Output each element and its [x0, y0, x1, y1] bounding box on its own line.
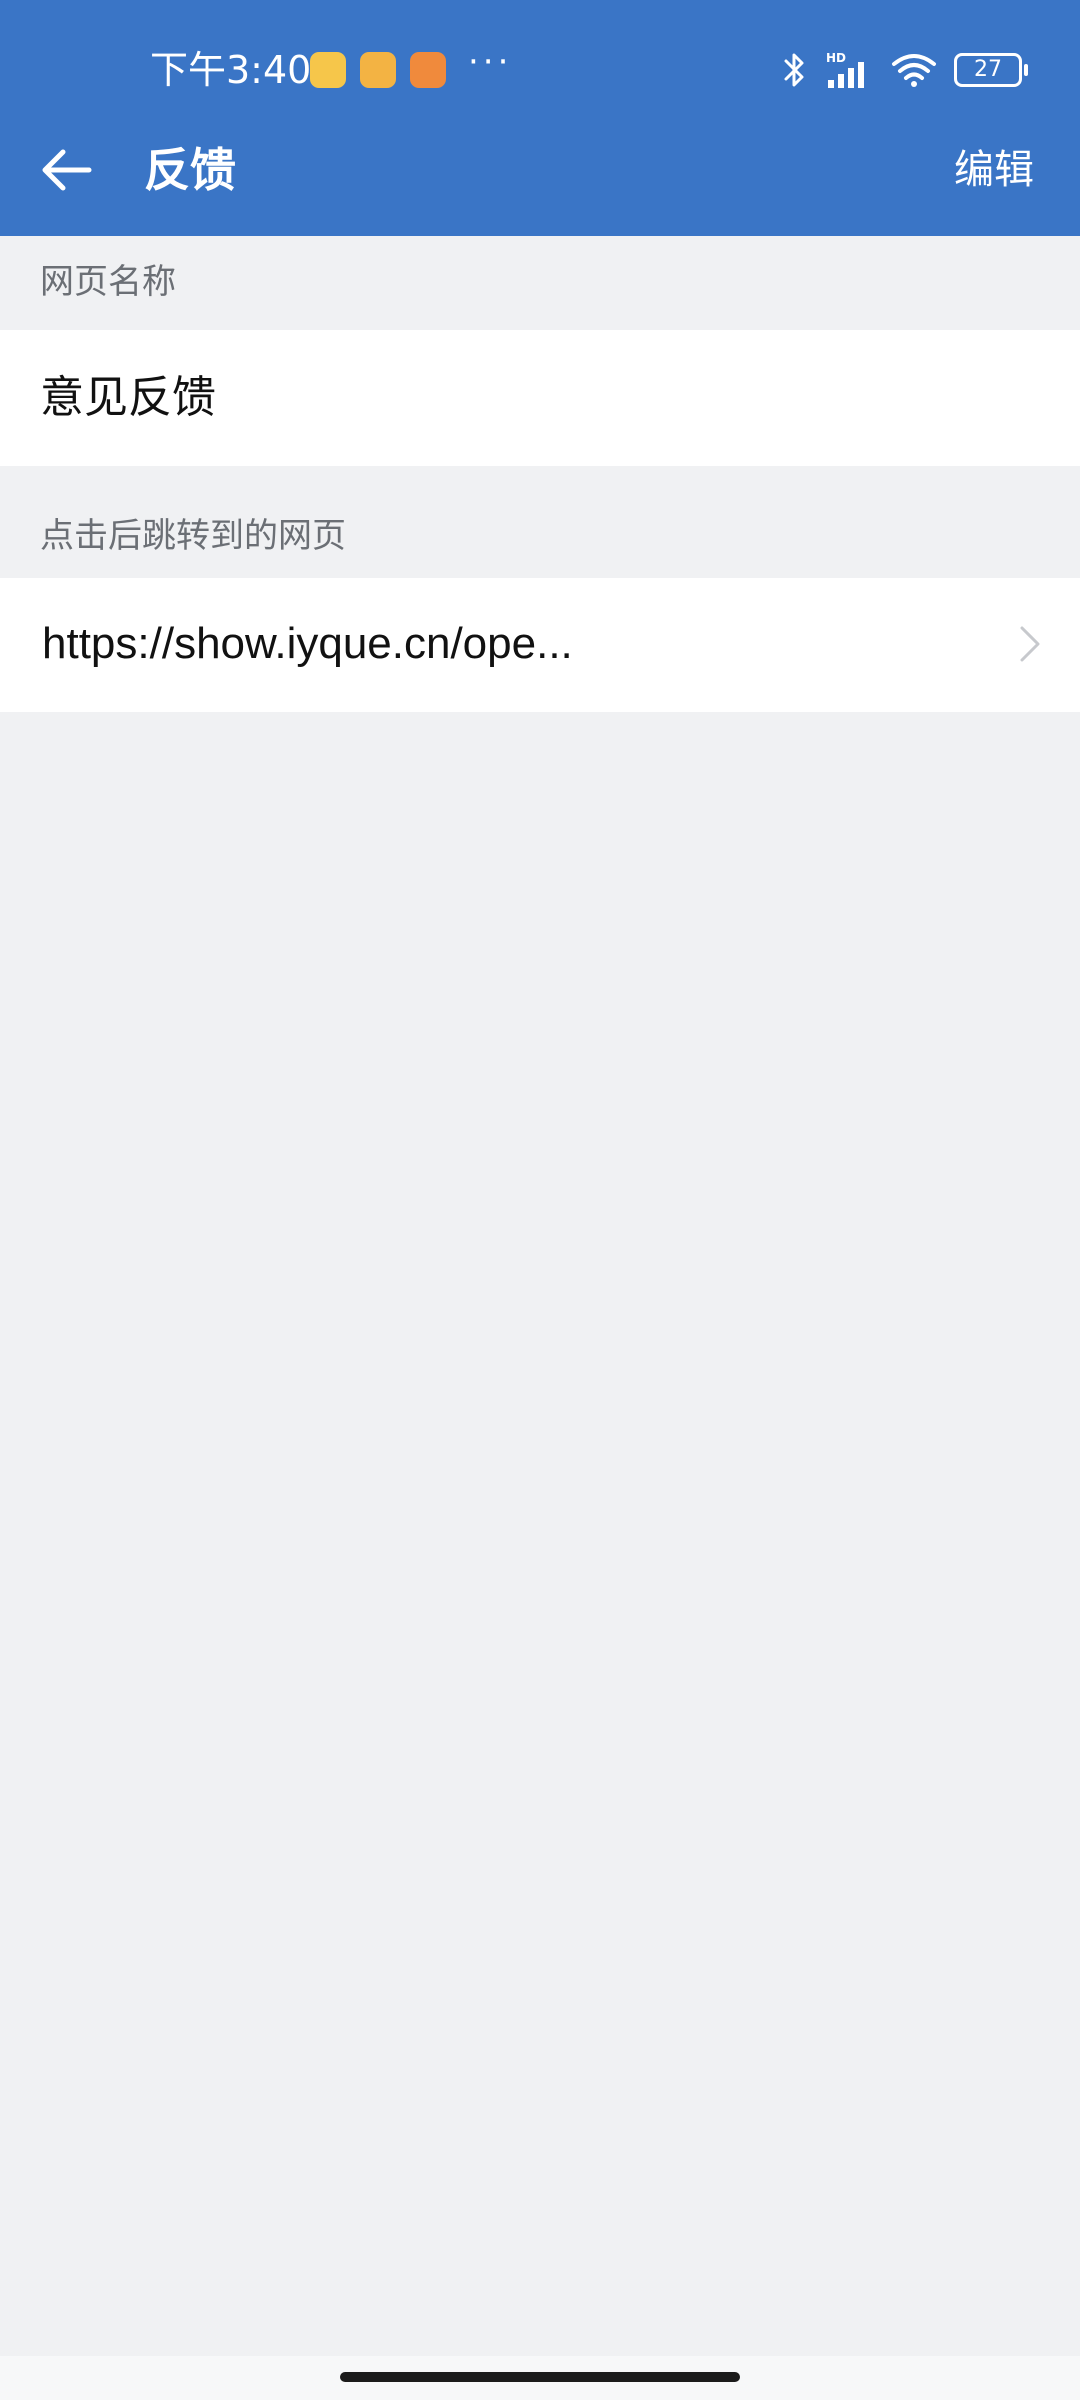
svg-text:HD: HD	[826, 51, 846, 65]
page-name-label: 网页名称	[40, 262, 176, 302]
toolbar: 反馈 编辑	[0, 120, 1080, 220]
app-header: 下午3:40 ··· HD 27 反馈 编辑	[0, 0, 1080, 236]
target-url-row[interactable]: https://show.iyque.cn/ope...	[0, 578, 1080, 712]
status-bar: 下午3:40 ··· HD 27	[0, 0, 1080, 140]
wifi-icon	[892, 54, 936, 87]
page-title: 反馈	[144, 143, 236, 197]
gesture-nav-bar	[0, 2356, 1080, 2400]
edit-button[interactable]: 编辑	[954, 142, 1034, 198]
chevron-right-icon	[1020, 626, 1040, 662]
target-url-label: 点击后跳转到的网页	[40, 516, 346, 556]
message-icon	[360, 52, 396, 88]
bluetooth-icon	[784, 53, 804, 87]
home-indicator[interactable]	[340, 2372, 740, 2382]
status-indicators: HD 27	[782, 46, 1028, 94]
more-notifications-icon: ···	[468, 42, 513, 82]
back-button[interactable]	[28, 136, 104, 204]
back-arrow-icon	[42, 149, 92, 191]
page-name-row: 意见反馈	[0, 330, 1080, 466]
status-time: 下午3:40	[150, 48, 312, 92]
target-url-value: https://show.iyque.cn/ope...	[42, 619, 573, 668]
weibo-icon	[310, 52, 346, 88]
battery-icon: 27	[954, 53, 1028, 87]
battery-level: 27	[974, 57, 1002, 82]
signal-icon: HD	[826, 51, 864, 88]
page-name-value: 意见反馈	[40, 372, 216, 423]
app-icon	[410, 52, 446, 88]
